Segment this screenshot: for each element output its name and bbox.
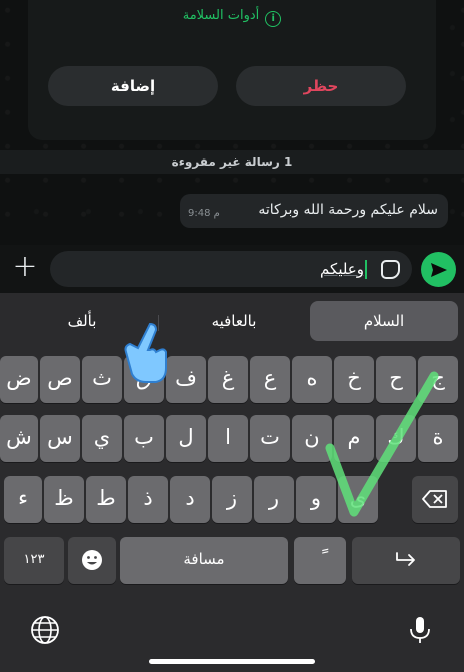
message-input-text: وعليكم: [320, 260, 364, 278]
globe-icon[interactable]: [30, 615, 60, 645]
key[interactable]: ر: [254, 476, 294, 523]
emoji-key[interactable]: [68, 537, 116, 584]
sticker-icon[interactable]: [381, 260, 400, 279]
key[interactable]: ج: [418, 356, 458, 403]
attach-plus-icon[interactable]: +: [12, 252, 38, 282]
key[interactable]: ظ: [44, 476, 84, 523]
key[interactable]: ع: [250, 356, 290, 403]
block-add-card: i أدوات السلامة حظر إضافة: [28, 0, 436, 140]
key[interactable]: غ: [208, 356, 248, 403]
incoming-message[interactable]: سلام عليكم ورحمة الله وبركاته 9:48 م: [180, 194, 448, 228]
block-button[interactable]: حظر: [236, 66, 406, 106]
message-input[interactable]: وعليكم: [50, 251, 412, 287]
key[interactable]: ز: [212, 476, 252, 523]
text-caret: [365, 260, 367, 279]
suggestion-divider: [158, 315, 159, 331]
safety-tools-link[interactable]: i أدوات السلامة: [28, 8, 436, 27]
key[interactable]: س: [40, 415, 80, 462]
send-button[interactable]: [421, 252, 456, 287]
space-key[interactable]: مسافة: [120, 537, 288, 584]
key[interactable]: ض: [0, 356, 38, 403]
key[interactable]: ب: [124, 415, 164, 462]
key[interactable]: د: [170, 476, 210, 523]
key[interactable]: ن: [292, 415, 332, 462]
key[interactable]: ي: [82, 415, 122, 462]
return-icon: [396, 552, 415, 566]
chat-background: i أدوات السلامة حظر إضافة 1 رسالة غير مقر…: [0, 0, 464, 245]
keyboard: السلام بالعافيه بألف ج ح خ ه ع غ ف ق ث ص…: [0, 293, 464, 672]
emoji-icon: [82, 550, 102, 570]
key[interactable]: ك: [376, 415, 416, 462]
key[interactable]: ص: [40, 356, 80, 403]
suggestion-1[interactable]: السلام: [310, 301, 458, 341]
tanween-key[interactable]: ً: [294, 537, 346, 584]
message-time: 9:48 م: [188, 208, 220, 219]
key[interactable]: ف: [166, 356, 206, 403]
add-contact-button[interactable]: إضافة: [48, 66, 218, 106]
unread-messages-banner: 1 رسالة غير مقروءة: [0, 150, 464, 174]
key[interactable]: ى: [338, 476, 378, 523]
key[interactable]: ا: [208, 415, 248, 462]
info-icon: i: [265, 11, 282, 27]
home-indicator: [149, 659, 315, 664]
microphone-icon[interactable]: [405, 615, 435, 645]
key[interactable]: ذ: [128, 476, 168, 523]
key[interactable]: م: [334, 415, 374, 462]
key[interactable]: ة: [418, 415, 458, 462]
key[interactable]: ه: [292, 356, 332, 403]
key[interactable]: ش: [0, 415, 38, 462]
key[interactable]: ت: [250, 415, 290, 462]
return-key[interactable]: [352, 537, 460, 584]
suggestion-2[interactable]: بالعافيه: [160, 301, 308, 341]
suggestion-3[interactable]: بألف: [8, 301, 156, 341]
key[interactable]: ط: [86, 476, 126, 523]
suggestion-bar: السلام بالعافيه بألف: [0, 293, 464, 347]
key[interactable]: ق: [124, 356, 164, 403]
key[interactable]: ث: [82, 356, 122, 403]
send-icon: [431, 263, 447, 277]
message-text: سلام عليكم ورحمة الله وبركاته: [258, 202, 438, 218]
numbers-key[interactable]: ١٢٣: [4, 537, 64, 584]
key[interactable]: ء: [4, 476, 42, 523]
backspace-key[interactable]: [412, 476, 458, 523]
key[interactable]: خ: [334, 356, 374, 403]
backspace-icon: [422, 490, 447, 508]
key[interactable]: ح: [376, 356, 416, 403]
key[interactable]: ل: [166, 415, 206, 462]
safety-tools-label: أدوات السلامة: [182, 8, 260, 23]
key[interactable]: و: [296, 476, 336, 523]
composer-bar: + وعليكم: [0, 245, 464, 293]
